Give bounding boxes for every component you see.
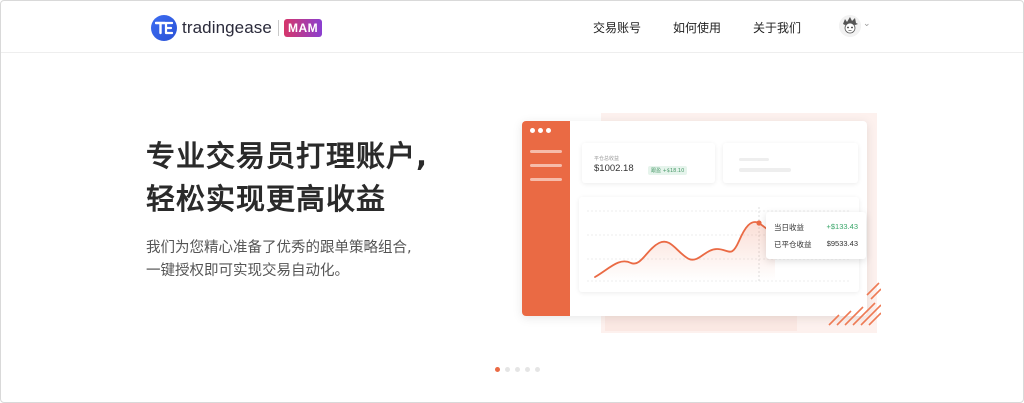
tooltip-label-daily: 当日收益 [774,223,804,232]
carousel-dot-2[interactable] [505,367,510,372]
stat-panel-placeholder [723,143,858,183]
sidebar-placeholder-line [530,164,562,167]
placeholder-line [739,168,791,172]
stat-panel-closed-profit: 平仓总收益 $1002.18 跟盈 +$18.10 [582,143,715,183]
profit-tooltip: 当日收益 +$133.43 已平仓收益 $9533.43 [766,212,866,259]
hero-subtitle-line2: 一键授权即可实现交易自动化。 [146,263,349,279]
stat-value: $1002.18 [594,163,634,174]
carousel-dot-4[interactable] [525,367,530,372]
brand-badge: MAM [283,19,323,37]
hero-title-line1: 专业交易员打理账户, [146,139,429,173]
window-dot [546,128,551,133]
nav-item-how-to-use[interactable]: 如何使用 [673,19,721,36]
illustration-sidebar [522,121,570,316]
carousel-dot-5[interactable] [535,367,540,372]
brand-logo[interactable]: tradingease MAM [151,15,323,41]
nav-item-about-us[interactable]: 关于我们 [753,19,801,36]
placeholder-line [739,158,769,161]
tooltip-value-closed: $9533.43 [826,239,858,248]
user-avatar-icon[interactable] [839,15,861,37]
carousel-dot-1[interactable] [495,367,500,372]
nav-item-trading-account[interactable]: 交易账号 [593,19,641,36]
tooltip-value-daily: +$133.43 [826,222,859,231]
hero-title-line2: 轻松实现更高收益 [146,182,387,216]
chevron-down-icon[interactable]: ⌄ [863,19,871,29]
stat-tag: 跟盈 +$18.10 [648,166,688,175]
brand-divider [277,20,279,36]
top-header: tradingease MAM 交易账号 如何使用 关于我们 ⌄ [1,1,1023,53]
window-dot [538,128,543,133]
tooltip-label-closed: 已平仓收益 [774,240,812,249]
brand-name: tradingease [182,18,272,37]
carousel-dot-3[interactable] [515,367,520,372]
hero-subtitle-line1: 我们为您精心准备了优秀的跟单策略组合, [146,240,412,256]
sidebar-placeholder-line [530,178,562,181]
page-frame: tradingease MAM 交易账号 如何使用 关于我们 ⌄ 专业交易员打理… [0,0,1024,403]
stat-label: 平仓总收益 [594,156,620,162]
carousel-pagination [495,367,540,372]
tradingease-logo-icon [151,15,177,41]
sidebar-placeholder-line [530,150,562,153]
decorative-stripes [828,282,881,326]
window-dot [530,128,535,133]
